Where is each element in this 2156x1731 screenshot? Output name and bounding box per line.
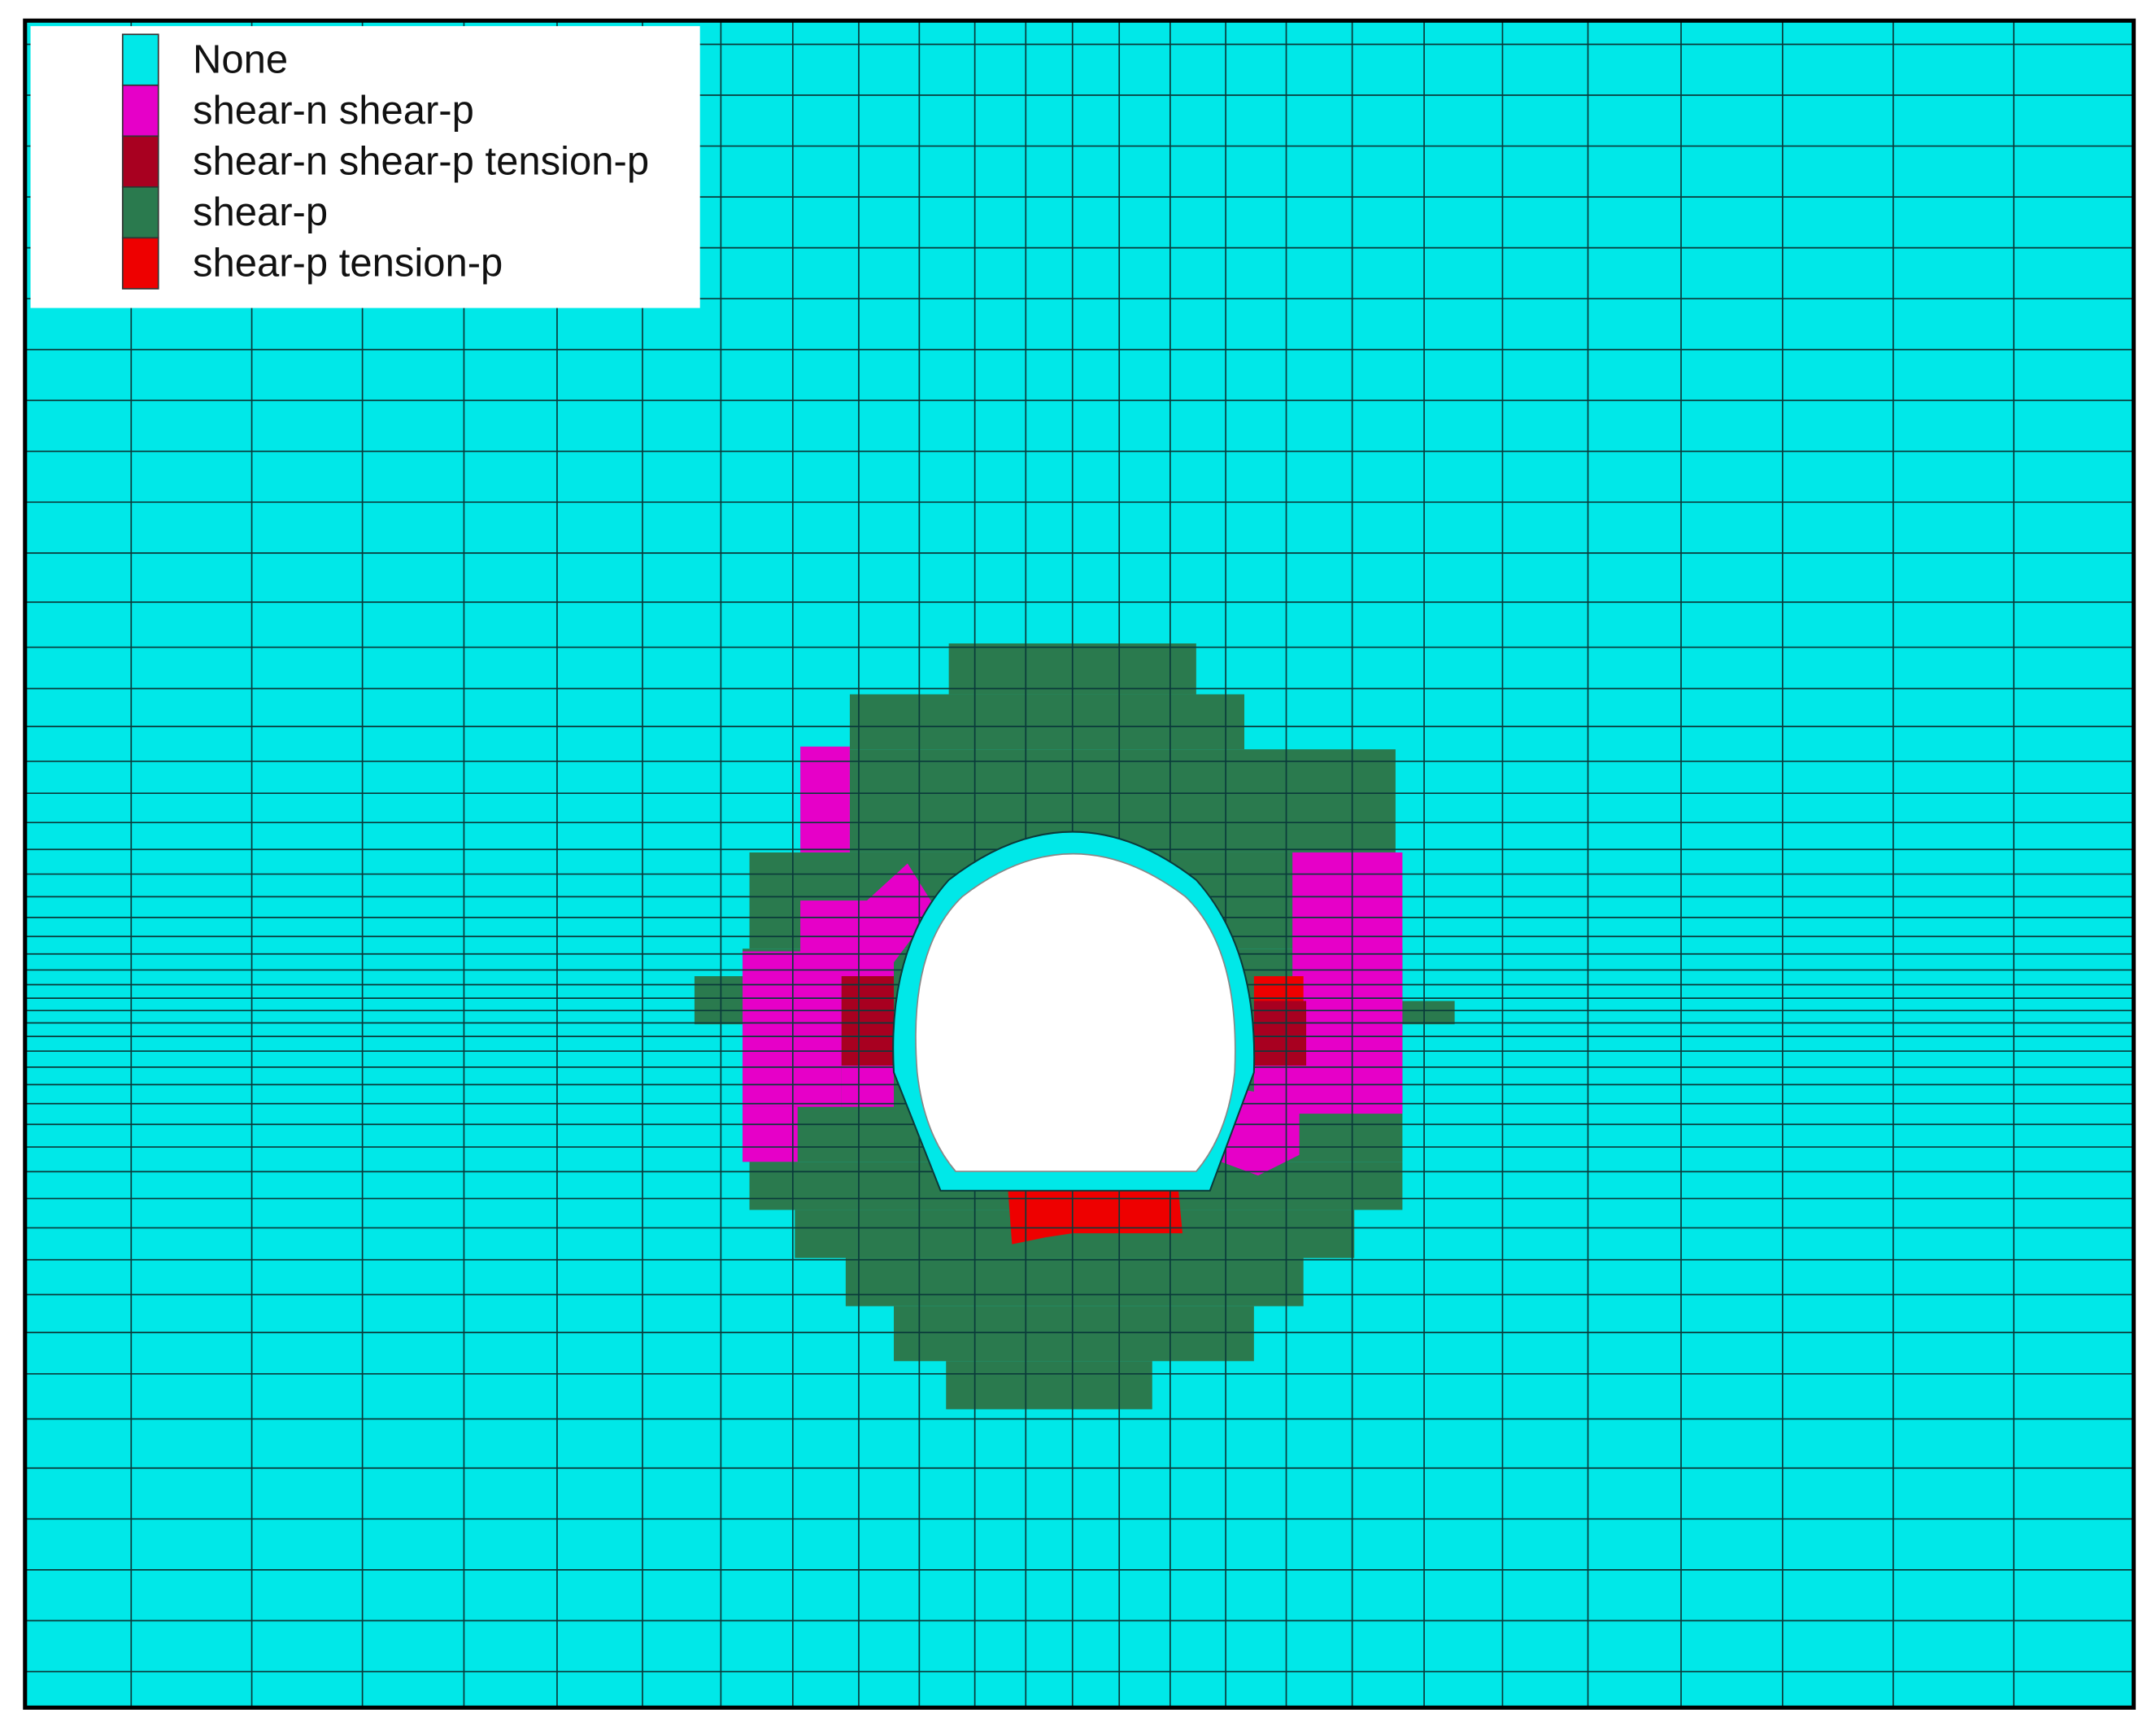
legend: None shear-n shear-p shear-n shear-p tensi… [30, 26, 700, 308]
zone-shear-n-shear-p [743, 951, 842, 1107]
zone-shear-p [849, 694, 1245, 750]
zone-shear-p-tension-p [1253, 976, 1304, 1001]
legend-swatch [121, 33, 159, 86]
plastic-zone-diagram: None shear-n shear-p shear-n shear-p tensi… [0, 0, 2156, 1731]
zone-shear-p [849, 749, 1396, 852]
legend-swatch [121, 84, 159, 137]
zone-shear-p [845, 1258, 1304, 1306]
legend-label: shear-p [193, 190, 328, 234]
legend-swatch [121, 135, 159, 188]
zone-shear-p [946, 1361, 1152, 1410]
zone-shear-n-shear-p [800, 746, 850, 852]
zone-shear-p [894, 1306, 1254, 1362]
zone-shear-n-shear-p [743, 1106, 798, 1162]
zone-shear-n-shear-p [1292, 852, 1403, 1114]
legend-swatch [121, 237, 159, 290]
legend-label: shear-p tension-p [193, 242, 503, 286]
legend-label: shear-n shear-p tension-p [193, 140, 649, 184]
tunnel-opening [892, 831, 1256, 1192]
tunnel-opening-void [915, 852, 1236, 1172]
legend-swatch [121, 186, 159, 239]
zone-shear-p [694, 976, 750, 1025]
zone-shear-n-shear-p-tension-p [841, 976, 895, 1066]
legend-label: shear-n shear-p [193, 89, 474, 133]
legend-label: None [193, 38, 288, 82]
zone-shear-n-shear-p [841, 1065, 895, 1107]
zone-shear-p [1395, 1001, 1455, 1025]
